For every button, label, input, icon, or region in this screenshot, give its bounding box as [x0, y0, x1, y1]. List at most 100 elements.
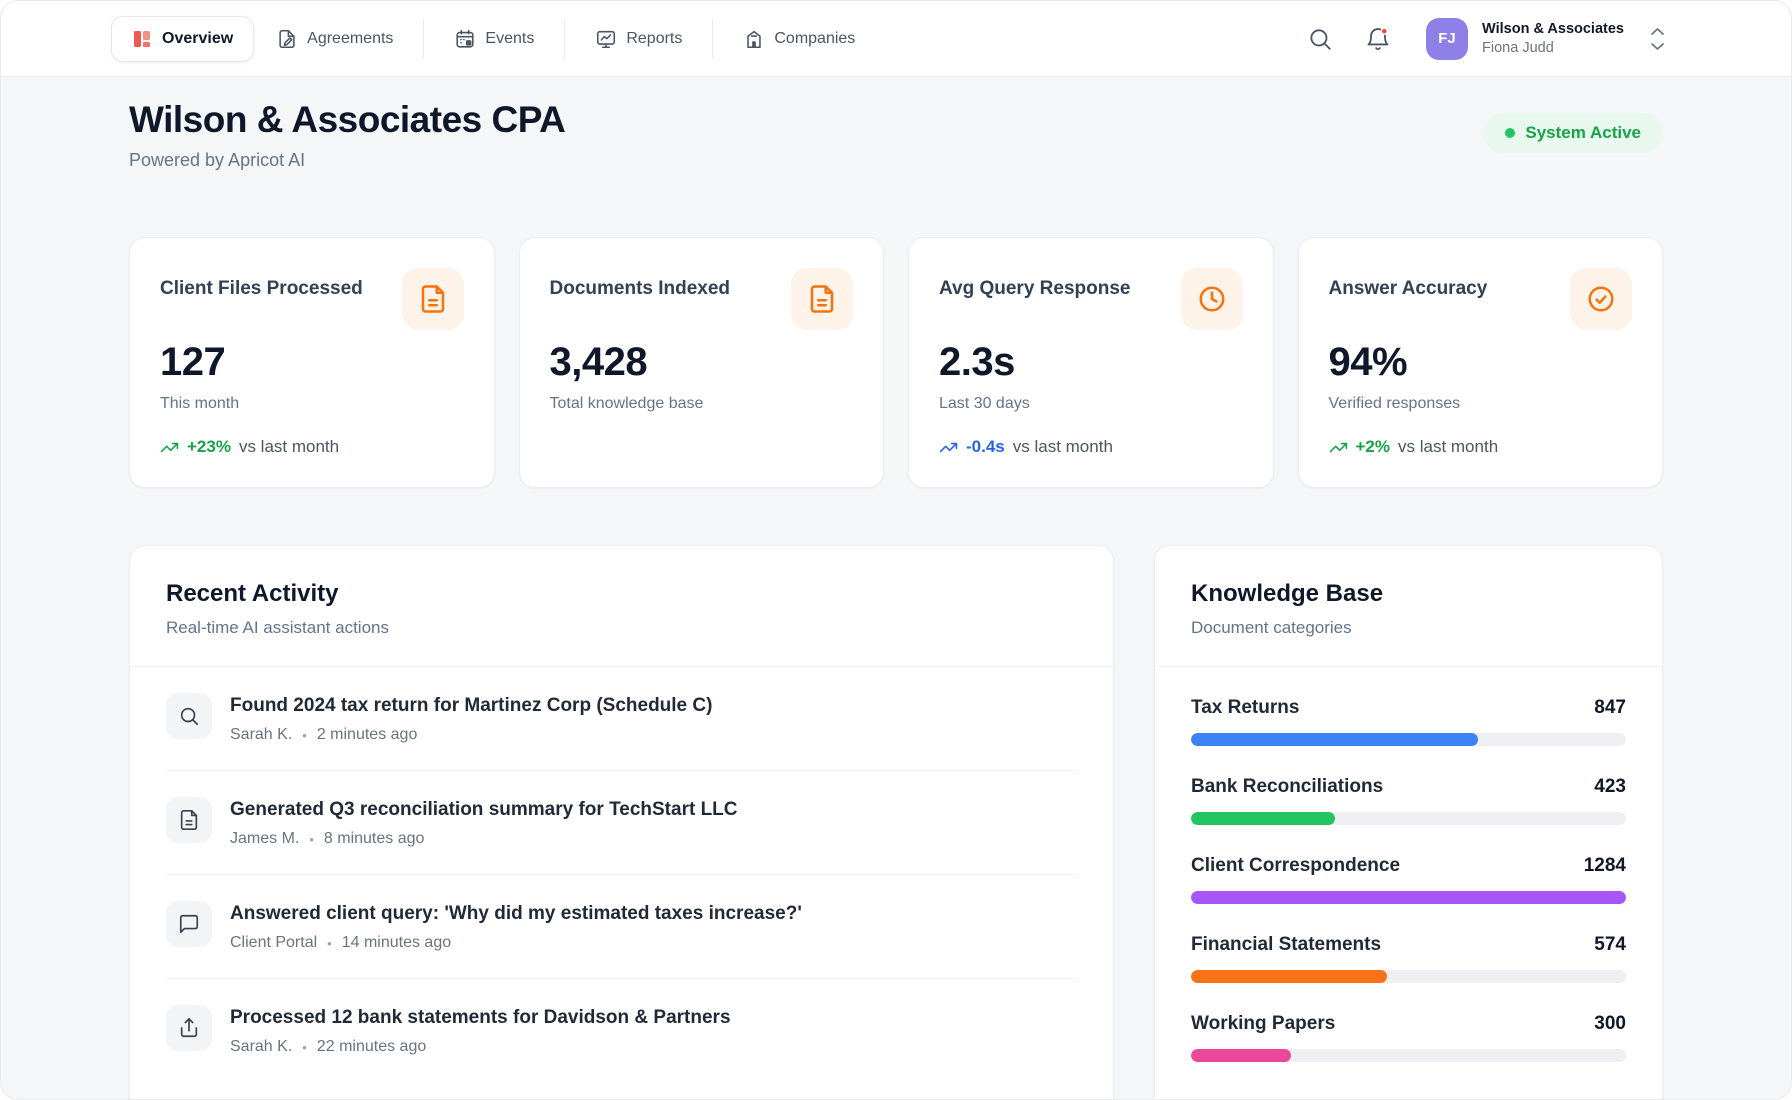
search-button[interactable]: [1300, 19, 1340, 59]
kb-category-bank-reconciliations: Bank Reconciliations 423: [1191, 746, 1626, 825]
page-subtitle: Powered by Apricot AI: [129, 150, 565, 171]
separator: •: [309, 832, 314, 847]
separator: •: [302, 1040, 307, 1055]
status-label: System Active: [1525, 123, 1641, 143]
kb-count: 847: [1594, 697, 1626, 719]
nav-actions: FJ Wilson & Associates Fiona Judd: [1300, 18, 1665, 60]
trending-up-icon: [939, 438, 958, 457]
progress-track: [1191, 733, 1626, 746]
user-org: Wilson & Associates: [1482, 21, 1624, 37]
bell-icon: [1365, 26, 1391, 52]
page-header: Wilson & Associates CPA Powered by Apric…: [129, 99, 1663, 171]
file-text-icon: [402, 268, 464, 330]
kb-count: 300: [1594, 1013, 1626, 1035]
separator: •: [327, 936, 332, 951]
kb-category-tax-returns: Tax Returns 847: [1191, 667, 1626, 746]
kb-category-working-papers: Working Papers 300: [1191, 983, 1626, 1062]
activity-time: 14 minutes ago: [342, 934, 451, 952]
stat-label: Client Files Processed: [160, 278, 363, 300]
kb-label: Bank Reconciliations: [1191, 776, 1383, 798]
activity-row-text: Answered client query: 'Why did my estim…: [230, 901, 802, 952]
progress-fill: [1191, 970, 1387, 983]
activity-row-text: Generated Q3 reconciliation summary for …: [230, 797, 738, 848]
activity-author: Sarah K.: [230, 1038, 292, 1056]
activity-row: Found 2024 tax return for Martinez Corp …: [166, 667, 1077, 771]
tab-agreements[interactable]: Agreements: [262, 16, 407, 62]
kb-category-financial-statements: Financial Statements 574: [1191, 904, 1626, 983]
kb-label: Tax Returns: [1191, 697, 1299, 719]
stat-sub: This month: [160, 395, 464, 413]
trending-up-icon: [160, 438, 179, 457]
trend-label: vs last month: [1013, 437, 1113, 457]
user-names: Wilson & Associates Fiona Judd: [1482, 21, 1624, 56]
tab-overview[interactable]: Overview: [111, 16, 254, 62]
activity-meta: Sarah K. • 22 minutes ago: [230, 1038, 731, 1056]
tab-events[interactable]: Events: [440, 16, 548, 62]
trend-label: vs last month: [1398, 437, 1498, 457]
tab-label: Reports: [626, 31, 682, 47]
stat-value: 3,428: [550, 340, 854, 385]
file-text-icon: [791, 268, 853, 330]
user-menu[interactable]: FJ Wilson & Associates Fiona Judd: [1426, 18, 1665, 60]
progress-track: [1191, 812, 1626, 825]
kb-label: Financial Statements: [1191, 934, 1381, 956]
tab-reports[interactable]: Reports: [581, 16, 696, 62]
search-icon: [166, 693, 212, 739]
clock-icon: [1181, 268, 1243, 330]
notifications-button[interactable]: [1358, 19, 1398, 59]
separator: •: [302, 728, 307, 743]
stat-label: Avg Query Response: [939, 278, 1130, 300]
stat-cards: Client Files Processed 127 This month +2…: [129, 237, 1663, 488]
check-circle-icon: [1570, 268, 1632, 330]
stat-card-documents-indexed: Documents Indexed 3,428 Total knowledge …: [519, 237, 885, 488]
activity-text: Answered client query: 'Why did my estim…: [230, 901, 802, 925]
calendar-icon: [454, 28, 476, 50]
progress-track: [1191, 970, 1626, 983]
activity-row: Generated Q3 reconciliation summary for …: [166, 771, 1077, 875]
page-title: Wilson & Associates CPA: [129, 99, 565, 141]
stat-value: 2.3s: [939, 340, 1243, 385]
building-icon: [743, 28, 765, 50]
stat-label: Answer Accuracy: [1329, 278, 1488, 300]
activity-author: Sarah K.: [230, 726, 292, 744]
panel-subtitle: Document categories: [1191, 618, 1626, 638]
activity-text: Found 2024 tax return for Martinez Corp …: [230, 693, 712, 717]
tab-companies[interactable]: Companies: [729, 16, 869, 62]
activity-row-text: Found 2024 tax return for Martinez Corp …: [230, 693, 712, 744]
knowledge-base-panel: Knowledge Base Document categories Tax R…: [1154, 545, 1663, 1100]
chat-icon: [166, 901, 212, 947]
progress-fill: [1191, 1049, 1291, 1062]
panel-title: Recent Activity: [166, 580, 1077, 608]
tab-label: Agreements: [307, 31, 393, 47]
file-text-icon: [166, 797, 212, 843]
recent-activity-panel: Recent Activity Real-time AI assistant a…: [129, 545, 1114, 1100]
activity-time: 8 minutes ago: [324, 830, 425, 848]
stat-trend: +2% vs last month: [1329, 437, 1633, 457]
activity-meta: Sarah K. • 2 minutes ago: [230, 726, 712, 744]
monitor-chart-icon: [595, 28, 617, 50]
primary-nav: Overview Agreements: [111, 16, 869, 62]
progress-track: [1191, 1049, 1626, 1062]
trend-label: vs last month: [239, 437, 339, 457]
progress-fill: [1191, 891, 1626, 904]
activity-meta: James M. • 8 minutes ago: [230, 830, 738, 848]
activity-meta: Client Portal • 14 minutes ago: [230, 934, 802, 952]
activity-author: Client Portal: [230, 934, 317, 952]
avatar: FJ: [1426, 18, 1468, 60]
activity-time: 22 minutes ago: [317, 1038, 426, 1056]
chevron-down-icon: [1650, 42, 1665, 51]
stat-value: 94%: [1329, 340, 1633, 385]
nav-divider: [423, 19, 424, 59]
file-pen-icon: [276, 28, 298, 50]
stat-card-answer-accuracy: Answer Accuracy 94% Verified responses +…: [1298, 237, 1664, 488]
trend-value: +2%: [1356, 437, 1391, 457]
app-frame: Overview Agreements: [0, 0, 1792, 1100]
tab-label: Companies: [774, 31, 855, 47]
stat-sub: Last 30 days: [939, 395, 1243, 413]
panel-subtitle: Real-time AI assistant actions: [166, 618, 1077, 638]
panel-title: Knowledge Base: [1191, 580, 1626, 608]
status-dot-icon: [1505, 128, 1515, 138]
top-navigation: Overview Agreements: [1, 1, 1791, 77]
page-header-text: Wilson & Associates CPA Powered by Apric…: [129, 99, 565, 171]
stat-label: Documents Indexed: [550, 278, 731, 300]
